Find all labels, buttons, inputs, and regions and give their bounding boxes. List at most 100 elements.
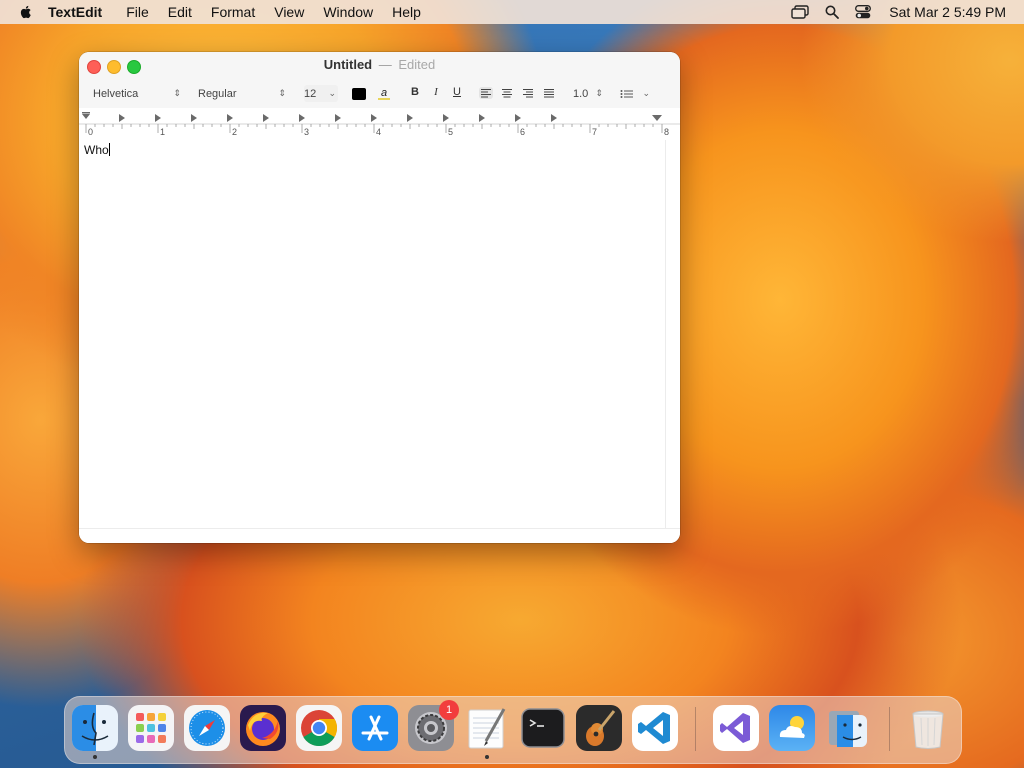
control-center-icon[interactable]	[855, 5, 872, 19]
dock-app-store[interactable]	[352, 705, 398, 751]
ruler-label: 1	[160, 127, 165, 137]
menu-help[interactable]: Help	[392, 4, 421, 20]
tab-stop-marker	[515, 114, 521, 122]
notification-badge: 1	[439, 700, 459, 720]
dock-trash[interactable]	[905, 705, 951, 751]
menu-edit[interactable]: Edit	[168, 4, 192, 20]
updown-chevron-icon: ⇕	[595, 88, 603, 98]
align-left-icon	[481, 88, 491, 98]
font-family-value: Helvetica	[93, 87, 139, 100]
apple-menu-icon[interactable]	[18, 4, 34, 20]
title-bar[interactable]: Untitled — Edited	[79, 52, 680, 79]
tab-stop-marker	[479, 114, 485, 122]
dock-finder-folder[interactable]	[825, 705, 871, 751]
bottom-scroll-track[interactable]	[79, 528, 680, 543]
visual-studio-icon	[713, 705, 759, 751]
terminal-icon	[521, 708, 565, 748]
right-margin-marker	[652, 115, 662, 121]
document-text: Who	[84, 143, 110, 157]
ruler-label: 5	[448, 127, 453, 137]
bullet-list-icon	[620, 89, 633, 98]
app-store-icon	[352, 705, 398, 751]
chevron-down-icon: ⌄	[328, 88, 336, 98]
tab-stop-marker	[551, 114, 557, 122]
screen-mirroring-icon[interactable]	[791, 5, 809, 19]
document-text-area[interactable]: Who	[79, 140, 665, 528]
first-line-indent-marker	[82, 114, 90, 119]
dock-launchpad[interactable]	[128, 705, 174, 751]
menu-window[interactable]: Window	[323, 4, 373, 20]
dock-garageband[interactable]	[576, 705, 622, 751]
font-size-combo[interactable]: 12 ⌄	[304, 85, 338, 102]
chrome-icon	[296, 705, 342, 751]
text-caret	[108, 143, 110, 156]
list-bullets-popup[interactable]: ⌄	[620, 85, 650, 102]
vertical-scroll-track[interactable]	[665, 140, 680, 528]
dock-weather[interactable]	[769, 705, 815, 751]
document-name[interactable]: Untitled	[324, 57, 372, 72]
ruler-label: 7	[592, 127, 597, 137]
menu-format[interactable]: Format	[211, 4, 255, 20]
tab-stop-marker	[227, 114, 233, 122]
tab-stop-marker	[119, 114, 125, 122]
italic-button[interactable]: I	[430, 86, 442, 98]
launchpad-icon	[128, 705, 174, 751]
dock-vscode[interactable]	[632, 705, 678, 751]
justify-button[interactable]	[542, 87, 556, 99]
align-center-button[interactable]	[500, 87, 514, 99]
dock-chrome[interactable]	[296, 705, 342, 751]
text-color-well[interactable]	[352, 88, 366, 100]
ruler[interactable]: 0 1 2 3 4 5 6 7 8	[79, 108, 680, 141]
tab-stop-marker	[299, 114, 305, 122]
document-content: Who	[84, 143, 109, 157]
finder-icon	[72, 705, 118, 751]
line-spacing-popup[interactable]: 1.0 ⇕	[573, 85, 603, 102]
tab-stop-marker	[443, 114, 449, 122]
tab-stop-marker	[263, 114, 269, 122]
textedit-icon	[468, 708, 506, 749]
tab-stop-marker	[335, 114, 341, 122]
running-indicator	[93, 755, 97, 759]
dock-textedit[interactable]	[464, 705, 510, 751]
format-toolbar: Helvetica ⇕ Regular ⇕ 12 ⌄ a B I U 1.0 ⇕…	[79, 79, 680, 108]
left-indent-marker	[82, 112, 90, 114]
font-family-popup[interactable]: Helvetica ⇕	[93, 85, 181, 102]
menu-bar-clock[interactable]: Sat Mar 2 5:49 PM	[889, 4, 1006, 20]
textedit-window: Untitled — Edited Helvetica ⇕ Regular ⇕ …	[79, 52, 680, 543]
running-indicator	[485, 755, 489, 759]
menu-view[interactable]: View	[274, 4, 304, 20]
align-center-icon	[502, 88, 512, 98]
tab-stop-marker	[155, 114, 161, 122]
align-right-button[interactable]	[521, 87, 535, 99]
window-title: Untitled — Edited	[79, 57, 680, 72]
dock-finder[interactable]	[72, 705, 118, 751]
dock-firefox[interactable]	[240, 705, 286, 751]
dock-visual-studio[interactable]	[713, 705, 759, 751]
align-left-button[interactable]	[479, 87, 493, 99]
vscode-icon	[632, 705, 678, 751]
title-separator: —	[378, 57, 392, 72]
garageband-icon	[576, 705, 622, 751]
background-color-well[interactable]: a	[377, 86, 391, 100]
ruler-label: 2	[232, 127, 237, 137]
justify-icon	[544, 88, 554, 98]
spotlight-search-icon[interactable]	[825, 5, 840, 19]
menu-file[interactable]: File	[126, 4, 149, 20]
font-style-popup[interactable]: Regular ⇕	[198, 85, 286, 102]
tab-stop-marker	[191, 114, 197, 122]
ruler-label: 4	[376, 127, 381, 137]
weather-icon	[769, 705, 815, 751]
dock-terminal[interactable]	[520, 705, 566, 751]
app-menu-textedit[interactable]: TextEdit	[48, 4, 102, 20]
bold-button[interactable]: B	[409, 86, 421, 98]
safari-icon	[184, 705, 230, 751]
ruler-label: 3	[304, 127, 309, 137]
ruler-label: 6	[520, 127, 525, 137]
tab-stop-marker	[371, 114, 377, 122]
menu-bar: TextEdit File Edit Format View Window He…	[0, 0, 1024, 24]
chevron-down-icon: ⌄	[642, 88, 650, 98]
dock-safari[interactable]	[184, 705, 230, 751]
font-size-value: 12	[304, 87, 317, 100]
underline-button[interactable]: U	[451, 86, 463, 98]
updown-chevron-icon: ⇕	[278, 88, 286, 98]
